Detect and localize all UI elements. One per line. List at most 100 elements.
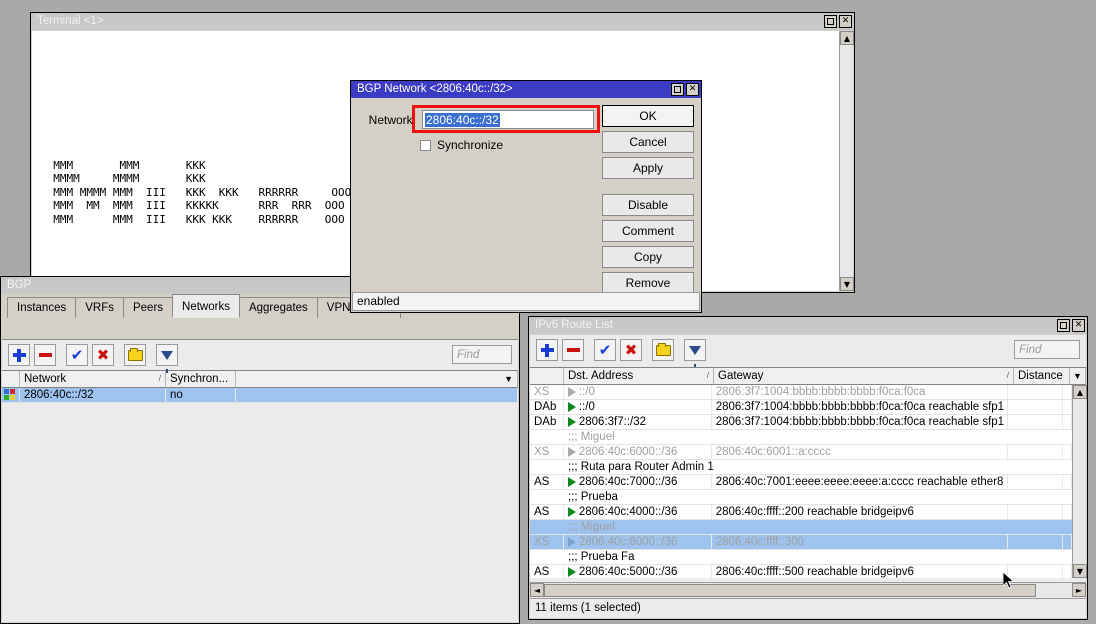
scroll-up-icon[interactable]: ▲ (1073, 385, 1087, 399)
desktop: Terminal <1> ✕ MMM MMM KKK MMMM MMMM KKK… (0, 0, 1096, 624)
maximize-icon[interactable] (824, 15, 837, 28)
column-icon[interactable] (2, 371, 20, 387)
tab-instances[interactable]: Instances (7, 297, 76, 318)
column-network[interactable]: Network / (20, 371, 166, 387)
sort-ascending-icon: / (1007, 368, 1009, 384)
column-dst-address[interactable]: Dst. Address / (564, 368, 714, 384)
route-list-titlebar[interactable]: IPv6 Route List ✕ (529, 317, 1087, 334)
cell-distance (1008, 505, 1063, 519)
cell-gateway: 2806:40c:ffff::200 reachable bridgeipv6 (712, 505, 1008, 519)
route-list-vertical-scrollbar[interactable]: ▲ ▼ (1072, 385, 1086, 578)
close-icon[interactable]: ✕ (839, 15, 852, 28)
add-button[interactable] (536, 339, 558, 361)
column-menu-button[interactable]: ▼ (236, 371, 518, 387)
table-row-comment[interactable]: ;;; Miguel (530, 430, 1072, 445)
sort-ascending-icon: / (707, 368, 709, 384)
ok-button[interactable]: OK (602, 105, 694, 127)
column-gateway[interactable]: Gateway / (714, 368, 1014, 384)
terminal-title: Terminal <1> (37, 13, 824, 30)
search-input[interactable]: Find (1014, 340, 1080, 359)
route-list-toolbar: ✔ ✖ Find (530, 335, 1086, 365)
disable-button[interactable]: ✖ (92, 344, 114, 366)
comment-button[interactable] (124, 344, 146, 366)
column-distance[interactable]: Distance (1014, 368, 1070, 384)
sort-ascending-icon: / (159, 371, 161, 387)
column-synchronize[interactable]: Synchron... (166, 371, 236, 387)
apply-button[interactable]: Apply (602, 157, 694, 179)
table-row[interactable]: AS 2806:40c:5000::/36 2806:40c:ffff::500… (530, 565, 1072, 578)
remove-button[interactable]: Remove (602, 272, 694, 294)
synchronize-checkbox[interactable] (420, 140, 431, 151)
table-row-comment[interactable]: ;;; Miguel (530, 520, 1072, 535)
cell-flags: DAb (530, 415, 564, 429)
maximize-icon[interactable] (1057, 319, 1070, 332)
cell-gateway: 2806:40c:7001:eeee:eeee:eeee:a:cccc reac… (712, 475, 1008, 489)
enable-button[interactable]: ✔ (594, 339, 616, 361)
terminal-vertical-scrollbar[interactable]: ▲ ▼ (839, 31, 853, 291)
cell-comment: ;;; Prueba Fa (564, 550, 1072, 564)
table-row[interactable]: DAb ::/0 2806:3f7:1004:bbbb:bbbb:bbbb:f0… (530, 400, 1072, 415)
remove-button[interactable] (34, 344, 56, 366)
table-row-comment[interactable]: ;;; Ruta para Router Admin 1 (530, 460, 1072, 475)
cell-flags: XS (530, 445, 564, 459)
bgp-toolbar: ✔ ✖ Find (2, 340, 518, 370)
copy-button[interactable]: Copy (602, 246, 694, 268)
cell-dst-address: 2806:40c:6000::/36 (579, 536, 677, 548)
table-row-comment[interactable]: ;;; Prueba Fa (530, 550, 1072, 565)
cell-distance (1008, 385, 1063, 399)
table-row[interactable]: XS 2806:40c:6000::/36 2806:40c:ffff::300 (530, 535, 1072, 550)
comment-button[interactable]: Comment (602, 220, 694, 242)
scroll-down-icon[interactable]: ▼ (1073, 564, 1087, 578)
cell-distance (1008, 475, 1063, 489)
close-icon[interactable]: ✕ (1072, 319, 1085, 332)
add-button[interactable] (8, 344, 30, 366)
table-row-comment[interactable]: ;;; Prueba (530, 490, 1072, 505)
column-flags[interactable] (530, 368, 564, 384)
table-row[interactable]: DAb 2806:3f7::/32 2806:3f7:1004:bbbb:bbb… (530, 415, 1072, 430)
network-label: Network: (360, 113, 416, 127)
scroll-down-icon[interactable]: ▼ (840, 277, 854, 291)
cell-flags: XS (530, 385, 564, 399)
terminal-titlebar[interactable]: Terminal <1> ✕ (31, 13, 854, 30)
disable-button[interactable]: ✖ (620, 339, 642, 361)
maximize-icon[interactable] (671, 83, 684, 96)
cell-comment: ;;; Miguel (564, 430, 1072, 444)
cell-gateway: 2806:3f7:1004:bbbb:bbbb:bbbb:f0ca:f0ca r… (712, 400, 1008, 414)
table-row[interactable]: XS 2806:40c:6000::/36 2806:40c:6001::a:c… (530, 445, 1072, 460)
cell-dst-address: 2806:3f7::/32 (579, 416, 646, 428)
route-table-header: Dst. Address / Gateway / Distance ▼ (530, 367, 1086, 385)
close-icon[interactable]: ✕ (686, 83, 699, 96)
table-row[interactable]: XS ::/0 2806:3f7:1004:bbbb:bbbb:bbbb:f0c… (530, 385, 1072, 400)
scroll-up-icon[interactable]: ▲ (840, 31, 854, 45)
scroll-right-icon[interactable]: ► (1072, 583, 1086, 597)
cell-dst-address: ::/0 (579, 401, 595, 413)
cell-dst-address: 2806:40c:7000::/36 (579, 476, 677, 488)
bgp-table-body: 2806:40c::/32 no (2, 388, 518, 403)
cell-gateway: 2806:40c:6001::a:cccc (712, 445, 1008, 459)
tab-peers[interactable]: Peers (123, 297, 173, 318)
filter-button[interactable] (156, 344, 178, 366)
table-row[interactable]: AS 2806:40c:4000::/36 2806:40c:ffff::200… (530, 505, 1072, 520)
filter-button[interactable] (684, 339, 706, 361)
dialog-titlebar[interactable]: BGP Network <2806:40c::/32> ✕ (351, 81, 701, 98)
remove-button[interactable] (562, 339, 584, 361)
disable-button[interactable]: Disable (602, 194, 694, 216)
scroll-left-icon[interactable]: ◄ (530, 583, 544, 597)
enable-button[interactable]: ✔ (66, 344, 88, 366)
table-row[interactable]: 2806:40c::/32 no (2, 388, 518, 403)
cell-distance (1008, 565, 1063, 578)
cancel-button[interactable]: Cancel (602, 131, 694, 153)
network-tile-icon (2, 388, 20, 402)
column-menu-button[interactable]: ▼ (1070, 368, 1086, 384)
table-row[interactable]: AS 2806:40c:7000::/36 2806:40c:7001:eeee… (530, 475, 1072, 490)
tab-aggregates[interactable]: Aggregates (239, 297, 318, 318)
tab-networks[interactable]: Networks (172, 294, 240, 318)
search-input[interactable]: Find (452, 345, 512, 364)
route-list-horizontal-scrollbar[interactable]: ◄ ► (530, 582, 1086, 597)
cell-synchronize: no (166, 388, 236, 402)
chevron-down-icon: ▼ (504, 371, 513, 387)
hscroll-thumb[interactable] (544, 584, 1036, 597)
tab-vrfs[interactable]: VRFs (75, 297, 124, 318)
cell-distance (1008, 445, 1063, 459)
comment-button[interactable] (652, 339, 674, 361)
